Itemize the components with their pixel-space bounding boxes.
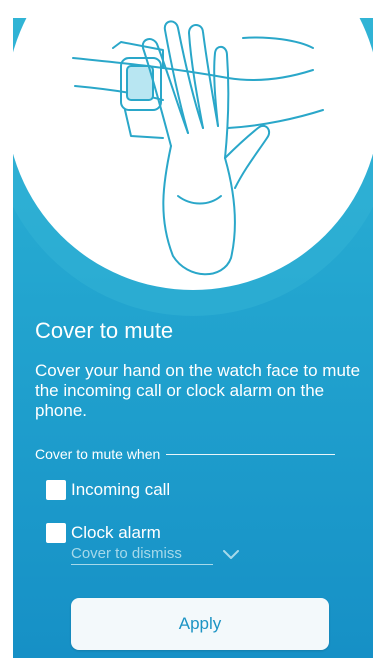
dropdown-selected-value: Cover to dismiss — [71, 545, 213, 565]
incoming-call-option[interactable]: Incoming call — [46, 480, 170, 500]
clock-alarm-action-dropdown[interactable]: Cover to dismiss — [71, 544, 246, 566]
incoming-call-label: Incoming call — [71, 480, 171, 499]
clock-alarm-option[interactable]: Clock alarm — [46, 523, 161, 543]
hand-covering-watch-icon — [13, 18, 373, 316]
section-label: Cover to mute when — [35, 446, 161, 462]
clock-alarm-checkbox[interactable] — [46, 523, 66, 543]
settings-screen: Cover to mute Cover your hand on the wat… — [13, 18, 373, 658]
apply-button[interactable]: Apply — [71, 598, 329, 650]
feature-description: Cover your hand on the watch face to mut… — [35, 361, 361, 420]
clock-alarm-label: Clock alarm — [71, 523, 161, 542]
incoming-call-checkbox[interactable] — [46, 480, 66, 500]
chevron-down-icon — [223, 550, 239, 559]
page-title: Cover to mute — [35, 318, 174, 343]
section-header: Cover to mute when — [35, 445, 335, 463]
section-divider — [166, 453, 335, 455]
